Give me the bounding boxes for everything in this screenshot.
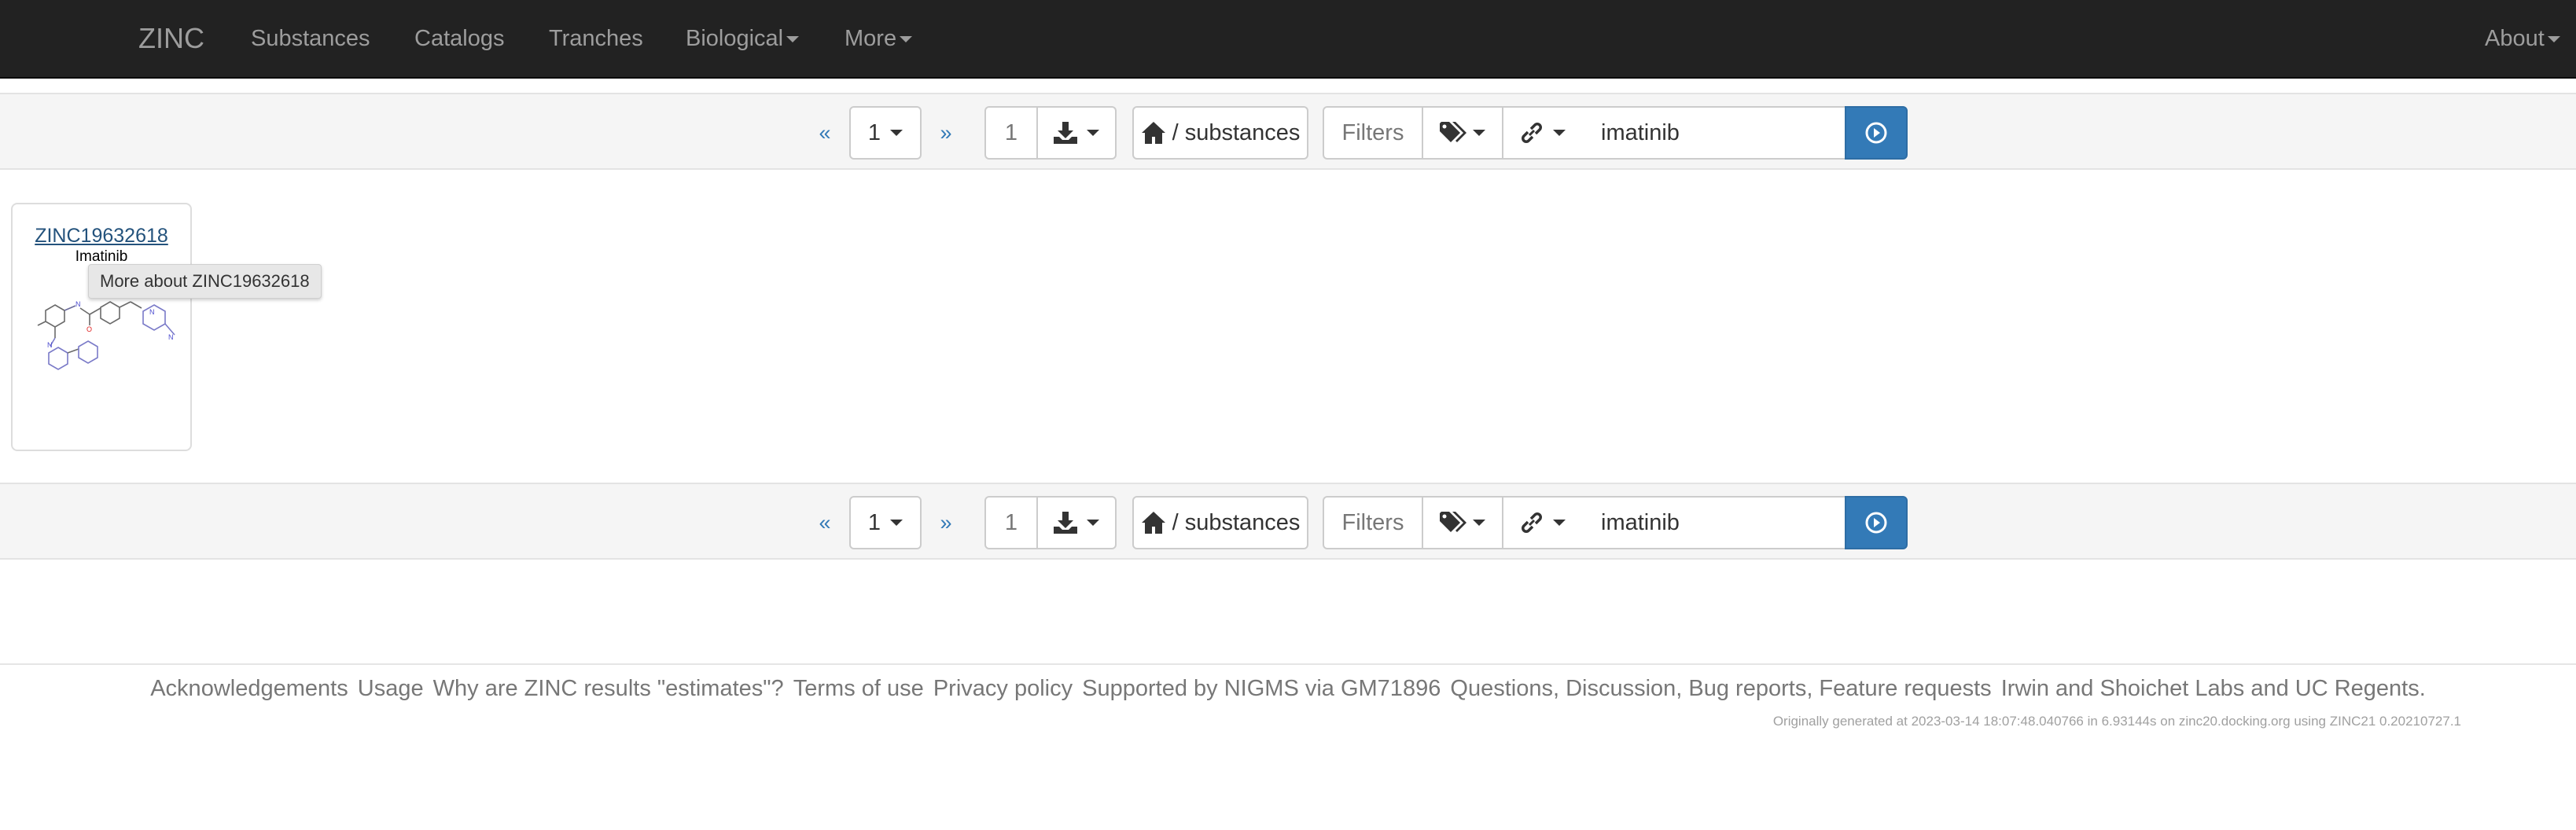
- nav-tranches[interactable]: Tranches: [549, 0, 643, 77]
- footer-links: Acknowledgements Usage Why are ZINC resu…: [0, 673, 2576, 704]
- caret-down-icon: [1553, 520, 1566, 526]
- page-select-dropdown[interactable]: 1: [849, 106, 922, 160]
- top-navbar: ZINC Substances Catalogs Tranches Biolog…: [0, 0, 2576, 79]
- footer-link-nigms[interactable]: Supported by NIGMS via GM71896: [1082, 676, 1441, 701]
- footer-link-estimates[interactable]: Why are ZINC results "estimates"?: [433, 676, 784, 701]
- download-icon: [1053, 512, 1077, 534]
- nav-biological-label: Biological: [686, 26, 784, 51]
- prev-page-link[interactable]: «: [813, 106, 837, 160]
- page-select-value: 1: [867, 119, 881, 145]
- substance-name: Imatinib: [75, 248, 128, 265]
- caret-down-icon: [1473, 130, 1485, 136]
- path-label: / substances: [1172, 119, 1301, 145]
- caret-down-icon: [1087, 130, 1100, 136]
- page-select-dropdown[interactable]: 1: [849, 496, 922, 549]
- play-circle-icon: [1865, 122, 1887, 144]
- nav-biological-dropdown[interactable]: Biological: [686, 0, 800, 77]
- play-circle-icon: [1865, 512, 1887, 534]
- path-label: / substances: [1172, 509, 1301, 535]
- pagination-toolbar-bottom: « 1 » 1 / substances Filters: [0, 483, 2576, 560]
- download-dropdown-button[interactable]: [1036, 496, 1117, 549]
- svg-text:N: N: [149, 308, 155, 316]
- link-icon: [1522, 512, 1542, 533]
- home-icon: [1141, 512, 1165, 534]
- nav-about-label: About: [2485, 26, 2545, 51]
- caret-down-icon: [786, 36, 800, 43]
- search-go-button[interactable]: [1845, 106, 1908, 160]
- tags-dropdown-button[interactable]: [1422, 496, 1503, 549]
- footer-link-usage[interactable]: Usage: [358, 676, 424, 701]
- nav-more-dropdown[interactable]: More: [845, 0, 913, 77]
- download-dropdown-button[interactable]: [1036, 106, 1117, 160]
- caret-down-icon: [1553, 130, 1566, 136]
- page-select-value: 1: [867, 509, 881, 535]
- result-count: 1: [984, 496, 1038, 549]
- svg-text:N: N: [168, 333, 174, 341]
- brand-logo[interactable]: ZINC: [138, 0, 204, 77]
- footer-link-feedback[interactable]: Questions, Discussion, Bug reports, Feat…: [1450, 676, 1991, 701]
- footer-link-acknowledgements[interactable]: Acknowledgements: [150, 676, 348, 701]
- substance-zinc-id-link[interactable]: ZINC19632618: [13, 225, 190, 248]
- footer-link-terms[interactable]: Terms of use: [793, 676, 924, 701]
- nav-more-label: More: [845, 26, 897, 51]
- download-icon: [1053, 122, 1077, 144]
- caret-down-icon: [900, 36, 913, 43]
- link-icon: [1522, 123, 1542, 143]
- link-dropdown-button[interactable]: [1502, 106, 1584, 160]
- substance-tooltip: More about ZINC19632618: [88, 264, 322, 299]
- generation-info: Originally generated at 2023-03-14 18:07…: [1772, 714, 2461, 729]
- svg-text:N: N: [75, 300, 81, 308]
- next-page-link[interactable]: »: [934, 106, 958, 160]
- caret-down-icon: [890, 520, 903, 526]
- prev-page-link[interactable]: «: [813, 496, 837, 549]
- pagination-toolbar-top: « 1 » 1 / substances Filters: [0, 93, 2576, 170]
- search-go-button[interactable]: [1845, 496, 1908, 549]
- substance-card[interactable]: ZINC19632618 Imatinib N O N N N: [11, 203, 192, 451]
- filters-button[interactable]: Filters: [1323, 106, 1423, 160]
- svg-text:O: O: [86, 325, 92, 333]
- tags-icon: [1440, 512, 1466, 532]
- caret-down-icon: [1087, 520, 1100, 526]
- search-input[interactable]: [1582, 496, 1846, 549]
- nav-about-dropdown[interactable]: About: [2485, 0, 2560, 77]
- tags-icon: [1440, 122, 1466, 142]
- footer-link-labs[interactable]: Irwin and Shoichet Labs and UC Regents.: [2001, 676, 2426, 701]
- home-path-button[interactable]: / substances: [1132, 106, 1308, 160]
- svg-text:N: N: [47, 341, 53, 349]
- home-path-button[interactable]: / substances: [1132, 496, 1308, 549]
- filters-button[interactable]: Filters: [1323, 496, 1423, 549]
- nav-substances[interactable]: Substances: [251, 0, 370, 77]
- nav-catalogs[interactable]: Catalogs: [414, 0, 504, 77]
- caret-down-icon: [1473, 520, 1485, 526]
- home-icon: [1141, 122, 1165, 144]
- footer-divider: [0, 663, 2576, 665]
- caret-down-icon: [2547, 36, 2560, 43]
- next-page-link[interactable]: »: [934, 496, 958, 549]
- footer-link-privacy[interactable]: Privacy policy: [933, 676, 1073, 701]
- result-count: 1: [984, 106, 1038, 160]
- search-input[interactable]: [1582, 106, 1846, 160]
- link-dropdown-button[interactable]: [1502, 496, 1584, 549]
- caret-down-icon: [890, 130, 903, 136]
- molecule-structure-image[interactable]: N O N N N: [24, 291, 189, 440]
- tags-dropdown-button[interactable]: [1422, 106, 1503, 160]
